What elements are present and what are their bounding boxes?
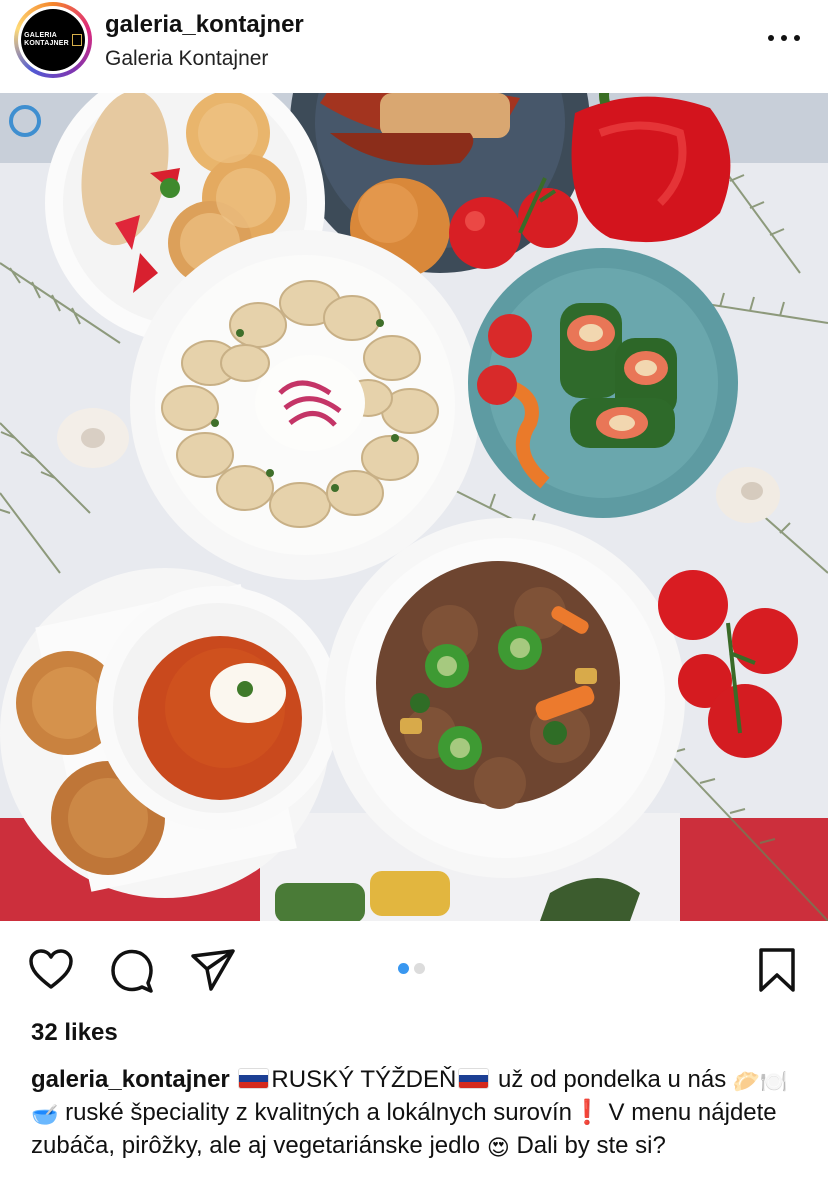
plate-emoji-icon: 🍽️ [760, 1069, 788, 1094]
more-dots-icon[interactable] [764, 28, 804, 48]
location[interactable]: Galeria Kontajner [105, 47, 268, 71]
russia-flag-icon [458, 1068, 490, 1089]
food-photo-illustration [0, 93, 828, 921]
exclamation-emoji-icon: ❗ [571, 1099, 602, 1126]
caption-text: RUSKÝ TÝŽDEŇ [271, 1066, 457, 1093]
post-photo[interactable] [0, 93, 828, 921]
username[interactable]: galeria_kontajner [105, 11, 304, 39]
avatar[interactable]: GALERIA KONTAJNER [14, 2, 92, 78]
caption-text: ruské špeciality z kvalitných a lokálnyc… [65, 1099, 572, 1126]
comment-icon[interactable] [109, 947, 155, 993]
caption-username[interactable]: galeria_kontajner [31, 1066, 230, 1093]
paper-plane-icon[interactable] [190, 947, 236, 993]
bowl-emoji-icon: 🥣 [31, 1102, 59, 1127]
avatar-logo: GALERIA KONTAJNER [24, 32, 69, 47]
dumpling-emoji-icon: 🥟 [732, 1069, 761, 1094]
bookmark-icon[interactable] [756, 947, 802, 993]
carousel-dot[interactable] [414, 963, 425, 974]
carousel-dot-active[interactable] [398, 963, 409, 974]
carousel-indicator [398, 963, 425, 974]
heart-icon[interactable] [28, 947, 74, 993]
russia-flag-icon [238, 1068, 270, 1089]
heart-eyes-emoji-icon: 😍 [486, 1135, 510, 1160]
post-caption: galeria_kontajner RUSKÝ TÝŽDEŇ už od pon… [31, 1064, 801, 1163]
caption-text: už od pondelka u nás [498, 1066, 727, 1093]
likes-count[interactable]: 32 likes [31, 1019, 118, 1047]
caption-text: Dali by ste si? [516, 1132, 666, 1159]
avatar-logo-mark [71, 34, 82, 46]
post-header: GALERIA KONTAJNER galeria_kontajner Gale… [0, 0, 828, 93]
